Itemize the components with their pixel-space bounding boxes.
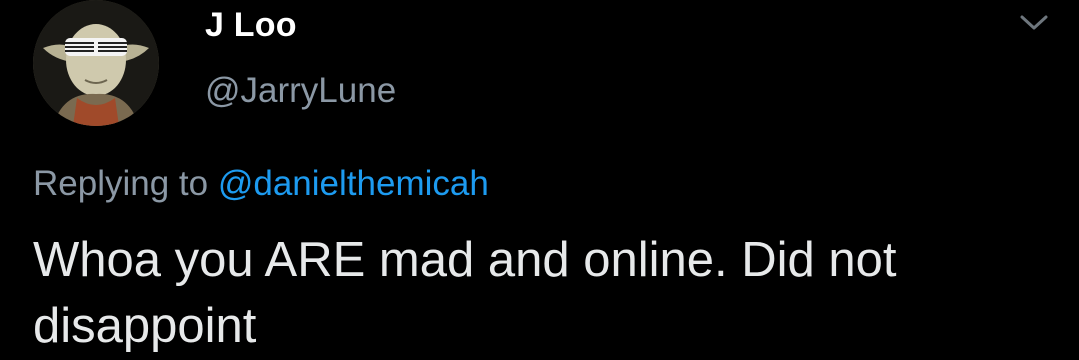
reply-mention-link[interactable]: @danielthemicah xyxy=(218,164,489,203)
display-name[interactable]: J Loo xyxy=(205,6,297,45)
user-handle[interactable]: @JarryLune xyxy=(205,71,396,111)
tweet-text: Whoa you ARE mad and online. Did not dis… xyxy=(33,233,897,353)
reply-context: Replying to @danielthemicah xyxy=(33,164,489,204)
reply-prefix: Replying to xyxy=(33,164,209,203)
avatar-image xyxy=(33,0,159,126)
chevron-down-icon[interactable] xyxy=(1014,8,1054,36)
avatar[interactable] xyxy=(33,0,159,126)
tweet: J Loo @JarryLune Replying to @danielthem… xyxy=(0,0,1079,360)
